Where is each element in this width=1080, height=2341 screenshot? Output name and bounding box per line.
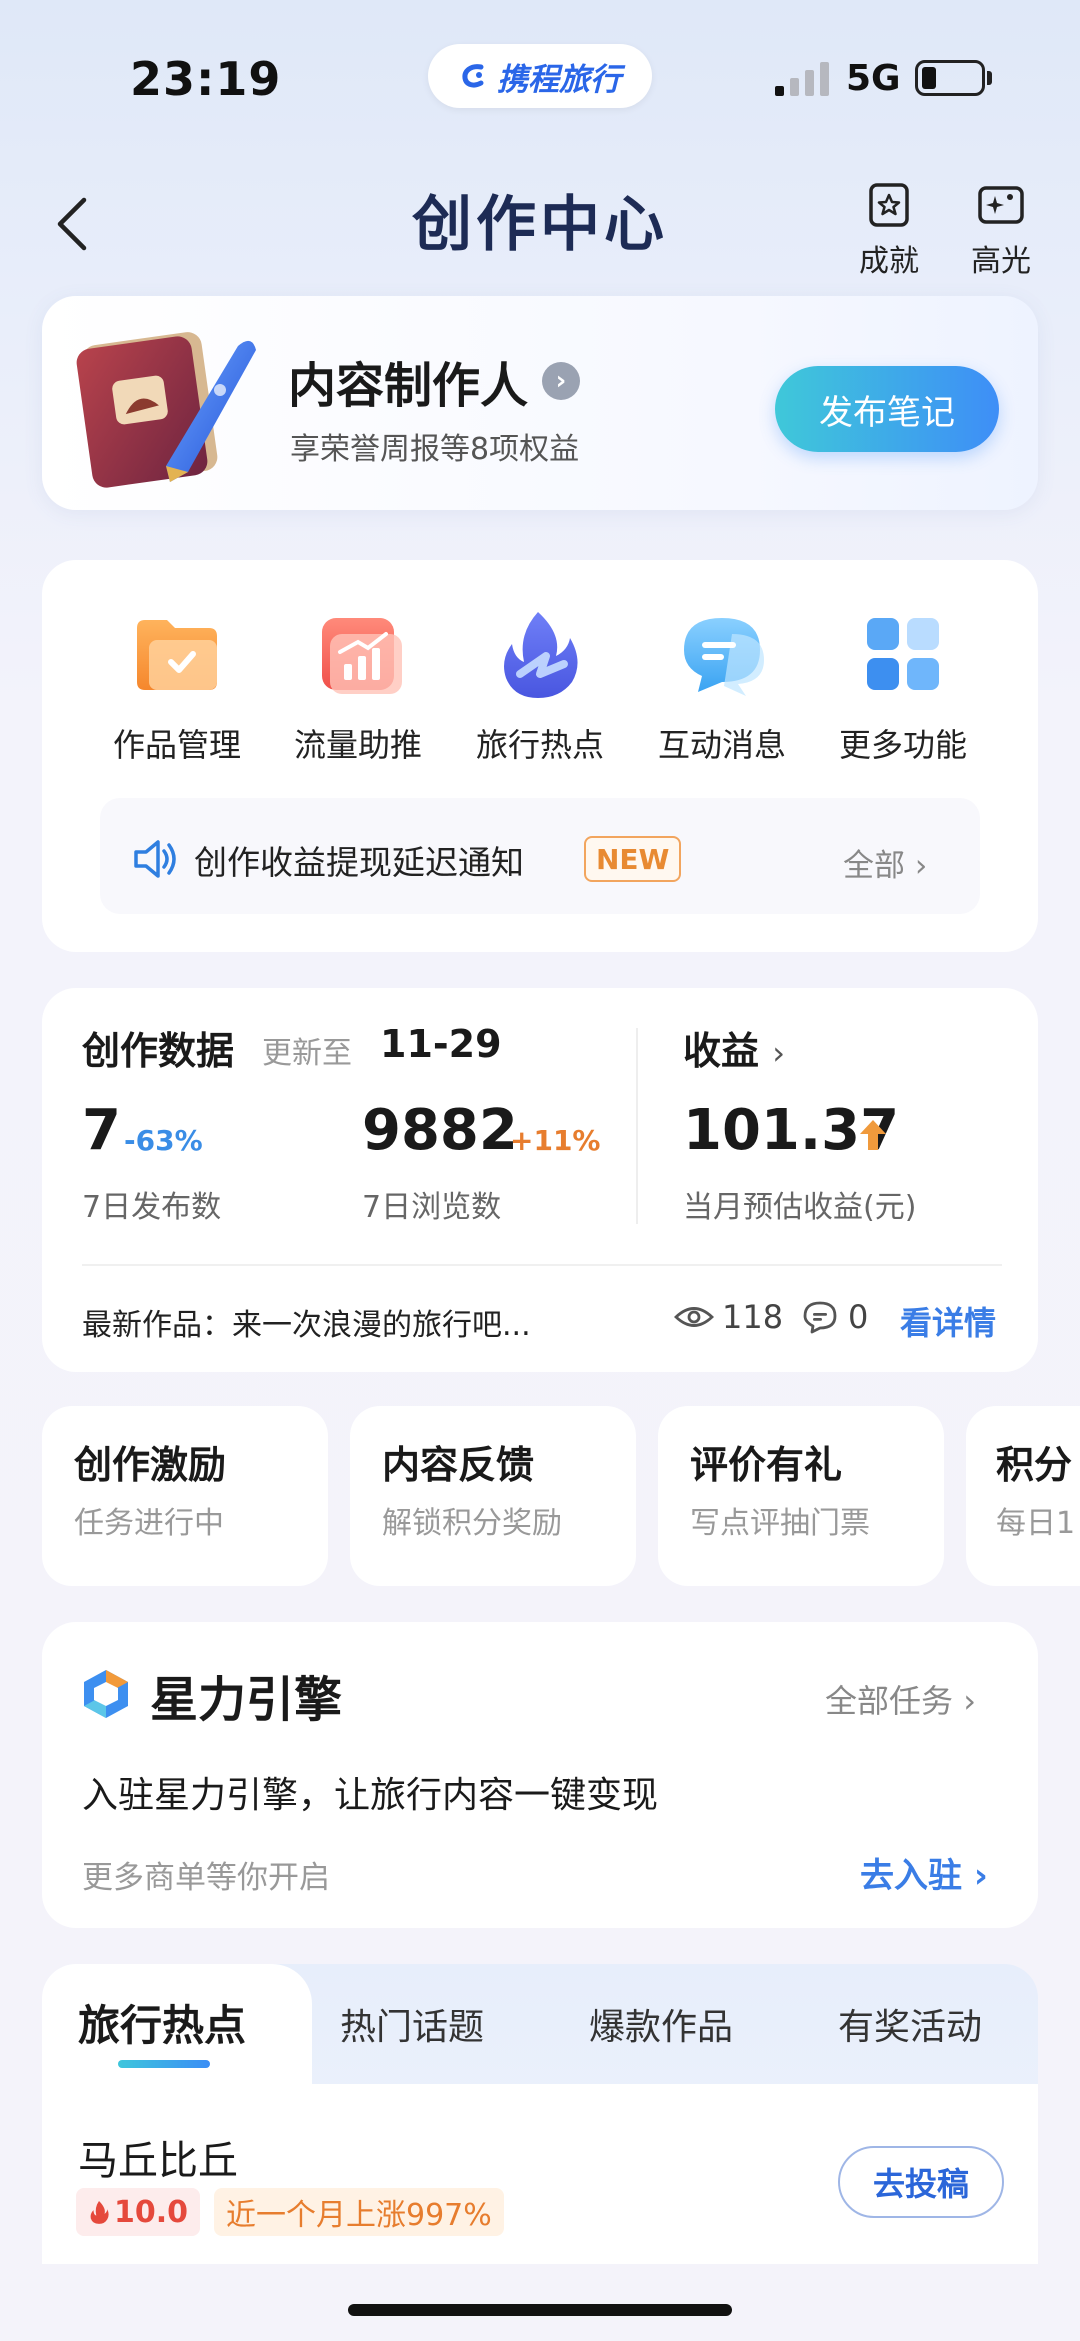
home-indicator[interactable]	[348, 2304, 732, 2316]
arrow-up-icon	[860, 1120, 886, 1150]
notice-all-label: 全部	[843, 848, 905, 884]
xingli-title: 星力引擎	[150, 1672, 343, 1728]
task-tile[interactable]: 创作激励 任务进行中	[42, 1406, 328, 1586]
updated-label: 更新至	[262, 1036, 352, 1071]
latest-work[interactable]: 最新作品：来一次浪漫的旅行吧...	[82, 1300, 531, 1344]
all-tasks-label: 全部任务	[825, 1682, 954, 1720]
comment-icon	[803, 1301, 837, 1334]
sparkle-frame-icon	[978, 186, 1024, 224]
badge-star-icon	[869, 183, 909, 227]
creator-level[interactable]: 内容制作人 ›	[288, 346, 581, 416]
task-title: 评价有礼	[690, 1443, 843, 1487]
submit-button[interactable]: 去投稿	[838, 2146, 1004, 2218]
task-title: 积分	[996, 1443, 1073, 1487]
flame-icon	[90, 2201, 109, 2224]
notice-text[interactable]: 创作收益提现延迟通知	[194, 836, 524, 884]
app-badge-label: 携程旅行	[497, 61, 621, 98]
task-subtitle: 每日1	[996, 1506, 1076, 1541]
creator-book-illustration	[76, 332, 256, 488]
divider	[82, 1264, 1002, 1266]
chart-boost-icon	[322, 618, 402, 694]
battery-icon	[915, 60, 985, 96]
achievements-label: 成就	[859, 244, 919, 279]
latest-comments: 0	[848, 1298, 869, 1336]
views-value: 9882	[362, 1098, 518, 1163]
battery-tip	[987, 71, 992, 85]
feature-label: 互动消息	[657, 726, 786, 764]
ctrip-logo-icon	[462, 64, 484, 88]
grid-icon	[867, 618, 939, 690]
task-subtitle: 解锁积分奖励	[382, 1506, 562, 1541]
view-details-link[interactable]: 看详情	[900, 1298, 996, 1344]
tab-travel-hotspots[interactable]: 旅行热点	[78, 1992, 246, 2053]
views-change: +11%	[510, 1124, 601, 1157]
heat-value: 10.0	[114, 2194, 189, 2230]
task-subtitle: 任务进行中	[74, 1506, 224, 1541]
flame-icon	[504, 612, 578, 698]
income-title: 收益	[683, 1029, 760, 1073]
join-label: 去入驻	[860, 1856, 962, 1896]
xingli-description: 入驻星力引擎，让旅行内容一键变现	[82, 1775, 659, 1816]
creator-level-label: 内容制作人	[288, 358, 529, 414]
task-subtitle: 写点评抽门票	[690, 1506, 870, 1541]
chevron-right-circle-icon: ›	[542, 362, 581, 400]
views-label: 7日浏览数	[362, 1190, 502, 1225]
chevron-right-icon: ›	[914, 848, 928, 884]
heat-badge: 10.0	[76, 2188, 201, 2236]
posts-label: 7日发布数	[82, 1190, 222, 1225]
posts-change: -63%	[124, 1124, 203, 1157]
feature-label: 更多功能	[838, 726, 967, 764]
xingli-more: 更多商单等你开启	[82, 1860, 330, 1896]
feature-label: 旅行热点	[475, 726, 604, 764]
creator-benefits: 享荣誉周报等8项权益	[290, 432, 580, 467]
tab-viral-works[interactable]: 爆款作品	[589, 1998, 733, 2050]
feature-works-management[interactable]: 作品管理	[92, 604, 262, 766]
xingli-logo-icon	[84, 1670, 128, 1718]
join-link[interactable]: 去入驻 ›	[860, 1848, 988, 1897]
chevron-right-icon: ›	[973, 1856, 988, 1896]
eye-icon	[674, 1307, 714, 1327]
publish-note-button[interactable]: 发布笔记	[775, 366, 999, 452]
feature-travel-hotspots[interactable]: 旅行热点	[455, 604, 625, 766]
task-tile[interactable]: 内容反馈 解锁积分奖励	[350, 1406, 636, 1586]
status-time: 23:19	[130, 52, 282, 106]
folder-icon	[137, 620, 217, 690]
new-badge: NEW	[584, 836, 682, 882]
tab-hot-topics[interactable]: 热门话题	[340, 1998, 484, 2050]
feature-more-functions[interactable]: 更多功能	[818, 604, 988, 766]
app-badge[interactable]: 携程旅行	[428, 44, 652, 108]
network-label: 5G	[846, 58, 901, 99]
creation-data-title: 创作数据	[82, 1029, 235, 1073]
tab-prize-events[interactable]: 有奖活动	[838, 1998, 982, 2050]
achievements-button[interactable]: 成就	[844, 180, 934, 280]
task-title: 内容反馈	[382, 1443, 535, 1487]
task-tile[interactable]: 评价有礼 写点评抽门票	[658, 1406, 944, 1586]
income-link[interactable]: 收益 ›	[683, 1020, 785, 1075]
chevron-right-icon: ›	[772, 1034, 786, 1072]
chevron-right-icon: ›	[963, 1682, 976, 1720]
all-tasks-link[interactable]: 全部任务 ›	[825, 1676, 976, 1722]
latest-views: 118	[722, 1298, 784, 1336]
posts-value: 7	[82, 1098, 121, 1163]
chat-bubble-icon	[684, 618, 764, 696]
signal-icon	[775, 62, 831, 96]
notice-all-link[interactable]: 全部 ›	[843, 840, 927, 885]
divider	[636, 1028, 638, 1224]
feature-interaction-messages[interactable]: 互动消息	[637, 604, 807, 766]
updated-date: 11-29	[380, 1022, 502, 1066]
highlights-button[interactable]: 高光	[956, 180, 1046, 280]
active-tab-indicator	[118, 2060, 210, 2068]
hot-item-title[interactable]: 马丘比丘	[78, 2128, 238, 2186]
rise-badge: 近一个月上涨997%	[214, 2188, 504, 2236]
income-label: 当月预估收益(元)	[683, 1190, 917, 1225]
feature-traffic-boost[interactable]: 流量助推	[273, 604, 443, 766]
feature-label: 流量助推	[293, 726, 422, 764]
feature-label: 作品管理	[112, 726, 241, 764]
speaker-icon	[134, 840, 176, 878]
task-title: 创作激励	[74, 1443, 227, 1487]
task-tile[interactable]: 积分 每日1	[966, 1406, 1080, 1586]
highlights-label: 高光	[971, 244, 1031, 279]
